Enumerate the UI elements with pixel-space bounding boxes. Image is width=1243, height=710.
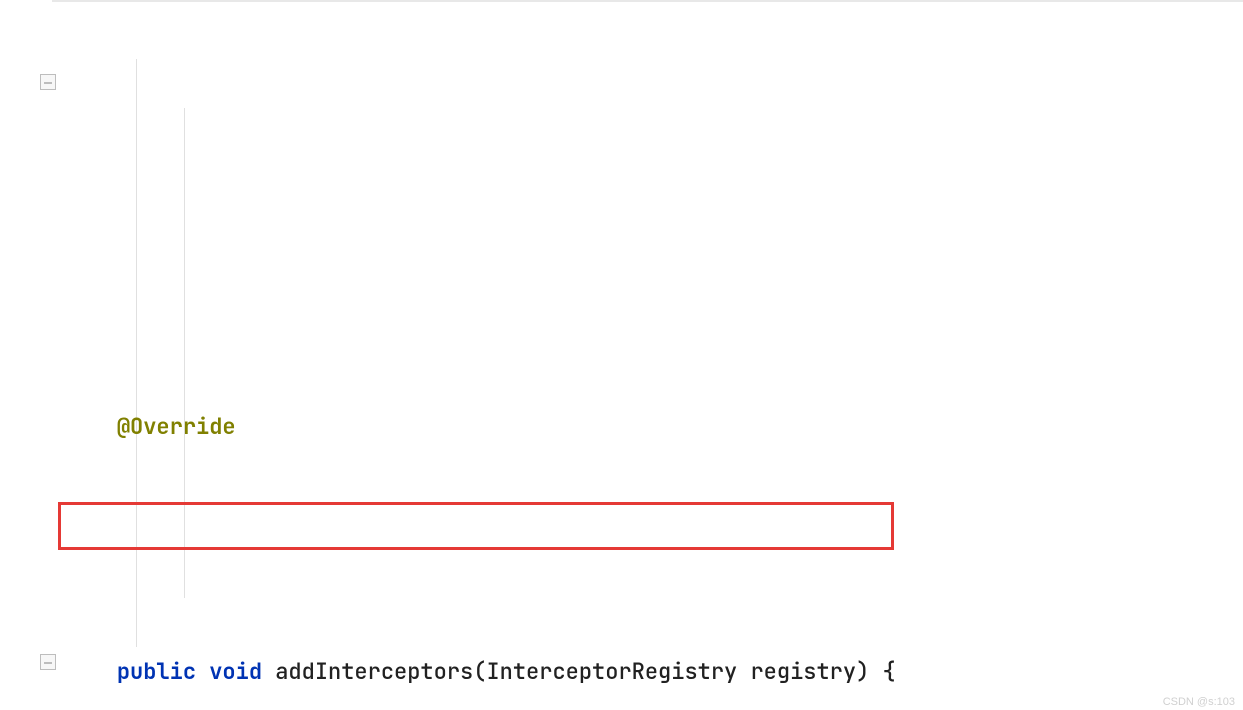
punct-token: ( xyxy=(473,657,486,686)
type-token: InterceptorRegistry xyxy=(486,657,737,686)
code-line: @Override xyxy=(64,402,1243,451)
annotation-token: @Override xyxy=(117,412,236,441)
editor-top-border xyxy=(52,0,1243,2)
fold-marker-icon[interactable] xyxy=(40,74,56,90)
code-area[interactable]: @Override public void addInterceptors(In… xyxy=(64,10,1243,710)
fold-marker-icon[interactable] xyxy=(40,654,56,670)
gutter xyxy=(0,0,52,710)
watermark: CSDN @s:103 xyxy=(1163,696,1235,708)
keyword-token: void xyxy=(209,657,262,686)
method-name-token: addInterceptors xyxy=(275,657,473,686)
code-editor[interactable]: @Override public void addInterceptors(In… xyxy=(0,0,1243,5)
indent-guide xyxy=(136,59,137,647)
indent-guide xyxy=(184,108,185,598)
punct-token: ) { xyxy=(856,657,896,686)
param-token: registry xyxy=(750,657,856,686)
code-line: public void addInterceptors(InterceptorR… xyxy=(64,647,1243,696)
keyword-token: public xyxy=(117,657,196,686)
